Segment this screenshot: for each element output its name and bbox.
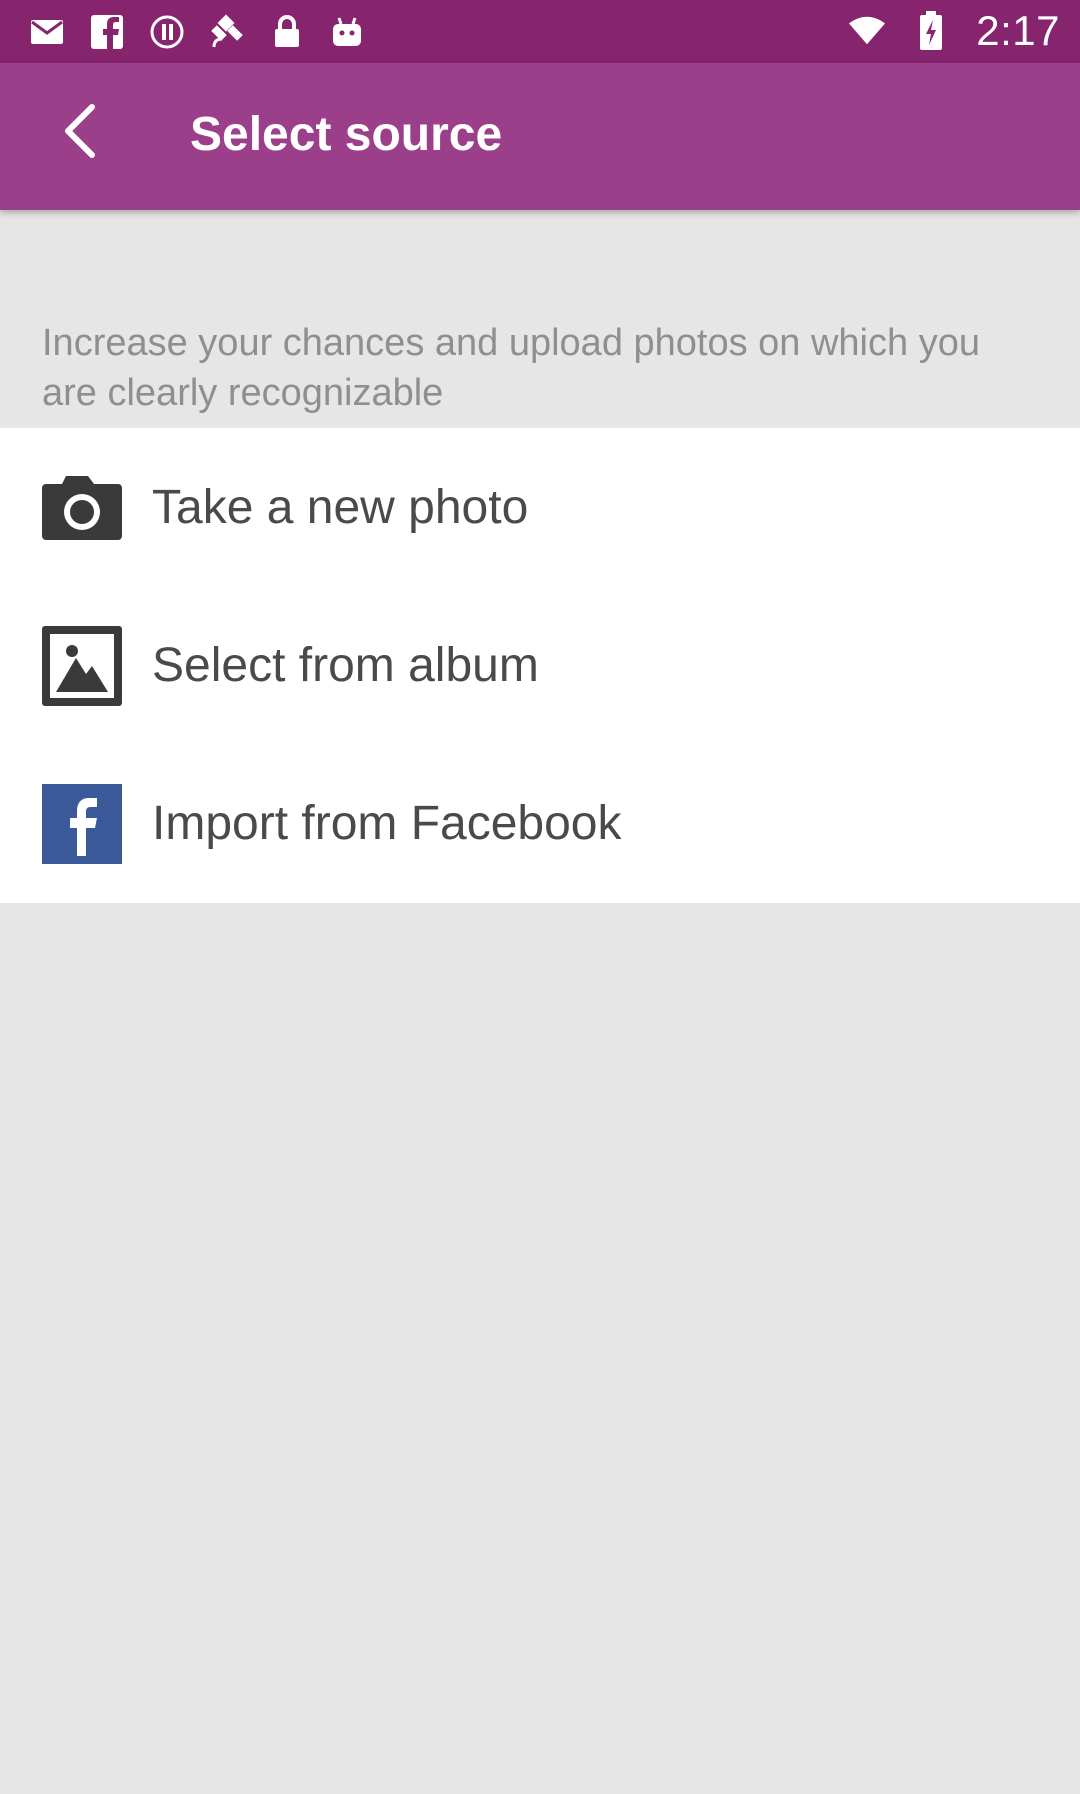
battery-icon [912, 11, 950, 50]
option-label: Select from album [152, 639, 539, 692]
source-options-list: Take a new photo Select from album Impor… [0, 428, 1080, 903]
facebook-notification-icon [88, 13, 126, 51]
option-take-photo[interactable]: Take a new photo [0, 428, 1080, 586]
option-select-album[interactable]: Select from album [0, 586, 1080, 744]
hint-text: Increase your chances and upload photos … [42, 322, 980, 414]
satellite-icon [208, 13, 246, 51]
wifi-icon [848, 12, 886, 50]
status-time: 2:17 [976, 7, 1060, 54]
app-bar: Select source [0, 63, 1080, 210]
chevron-left-icon [60, 103, 100, 164]
option-import-facebook[interactable]: Import from Facebook [0, 744, 1080, 902]
status-system: 2:17 [848, 7, 1060, 54]
status-bar: 2:17 [0, 0, 1080, 63]
facebook-icon [42, 784, 122, 864]
page-title: Select source [190, 108, 503, 161]
camera-icon [42, 468, 122, 548]
info-icon [148, 13, 186, 51]
album-icon [42, 626, 122, 706]
status-notifications [28, 10, 366, 54]
back-button[interactable] [40, 93, 120, 173]
option-label: Take a new photo [152, 481, 529, 534]
mail-icon [28, 13, 66, 51]
android-icon [328, 13, 366, 51]
lock-icon [268, 13, 306, 51]
option-label: Import from Facebook [152, 797, 622, 850]
